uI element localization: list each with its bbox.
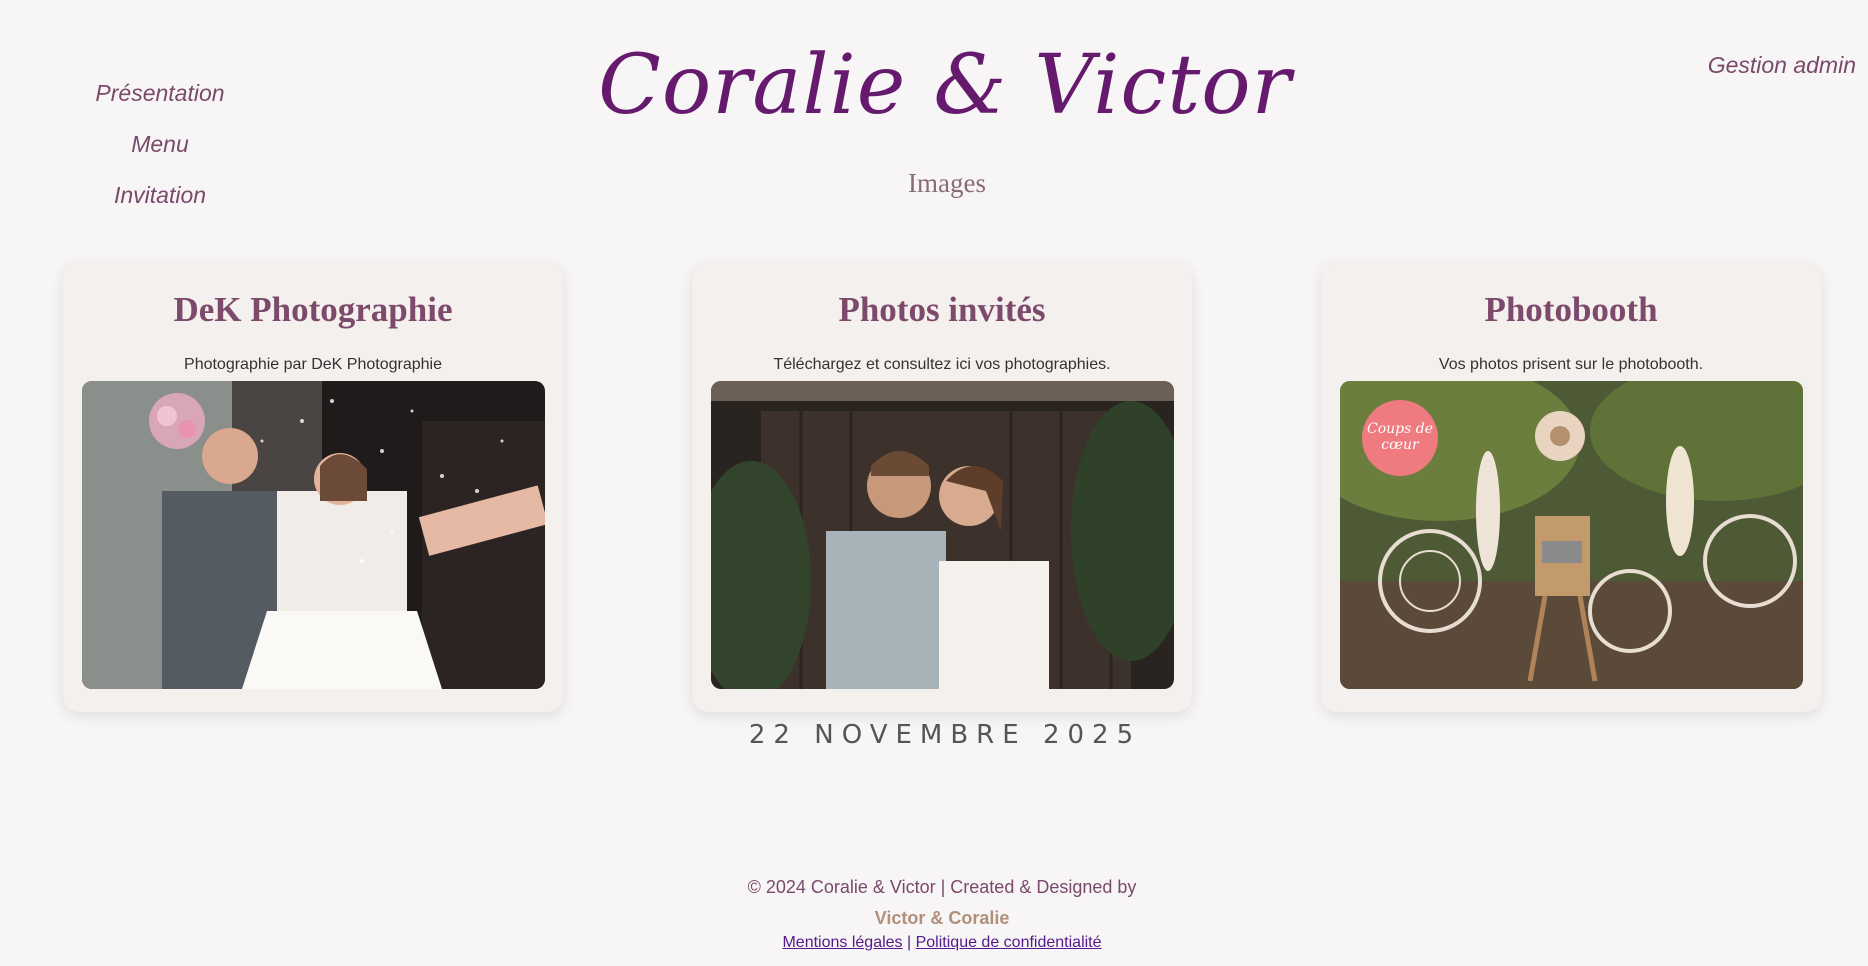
svg-text:cœur: cœur bbox=[1381, 437, 1420, 453]
page: Présentation Menu Invitation Gestion adm… bbox=[0, 0, 1868, 966]
card-description: Photographie par DeK Photographie bbox=[184, 356, 442, 373]
card-description: Téléchargez et consultez ici vos photogr… bbox=[773, 356, 1111, 373]
gallery-cards: DeK Photographie Photographie par DeK Ph… bbox=[0, 262, 1868, 712]
footer-links: Mentions légales | Politique de confiden… bbox=[0, 932, 1868, 954]
card-description: Vos photos prisent sur le photobooth. bbox=[1438, 356, 1704, 373]
site-title: Coralie & Victor bbox=[598, 38, 1292, 133]
legal-notice-link[interactable]: Mentions légales bbox=[782, 934, 902, 951]
footer-separator: | bbox=[907, 934, 912, 951]
wedding-date: 22 NOVEMBRE 2025 bbox=[748, 720, 1142, 750]
footer: © 2024 Coralie & Victor | Created & Desi… bbox=[0, 874, 1868, 954]
footer-designers: Victor & Coralie bbox=[874, 908, 1010, 928]
card-photos-invites[interactable]: Photos invités Téléchargez et consultez … bbox=[692, 262, 1192, 712]
footer-copyright: © 2024 Coralie & Victor | Created & Desi… bbox=[747, 877, 1137, 897]
svg-text:Coups de: Coups de bbox=[1366, 421, 1432, 437]
card-title: Photos invités bbox=[838, 290, 1046, 329]
wedding-confetti-photo[interactable] bbox=[81, 381, 545, 689]
card-dek-photographie[interactable]: DeK Photographie Photographie par DeK Ph… bbox=[63, 262, 563, 712]
card-title: DeK Photographie bbox=[173, 290, 453, 329]
card-photobooth[interactable]: Photobooth Vos photos prisent sur le pho… bbox=[1321, 262, 1821, 712]
couple-kiss-photo[interactable] bbox=[710, 381, 1174, 689]
page-subtitle[interactable]: Images bbox=[0, 168, 1868, 199]
photobooth-dreamcatchers-photo[interactable]: Coups de cœur bbox=[1339, 381, 1803, 689]
privacy-policy-link[interactable]: Politique de confidentialité bbox=[916, 934, 1102, 951]
card-title: Photobooth bbox=[1484, 290, 1658, 329]
coups-de-coeur-badge: Coups de cœur bbox=[1361, 400, 1438, 476]
